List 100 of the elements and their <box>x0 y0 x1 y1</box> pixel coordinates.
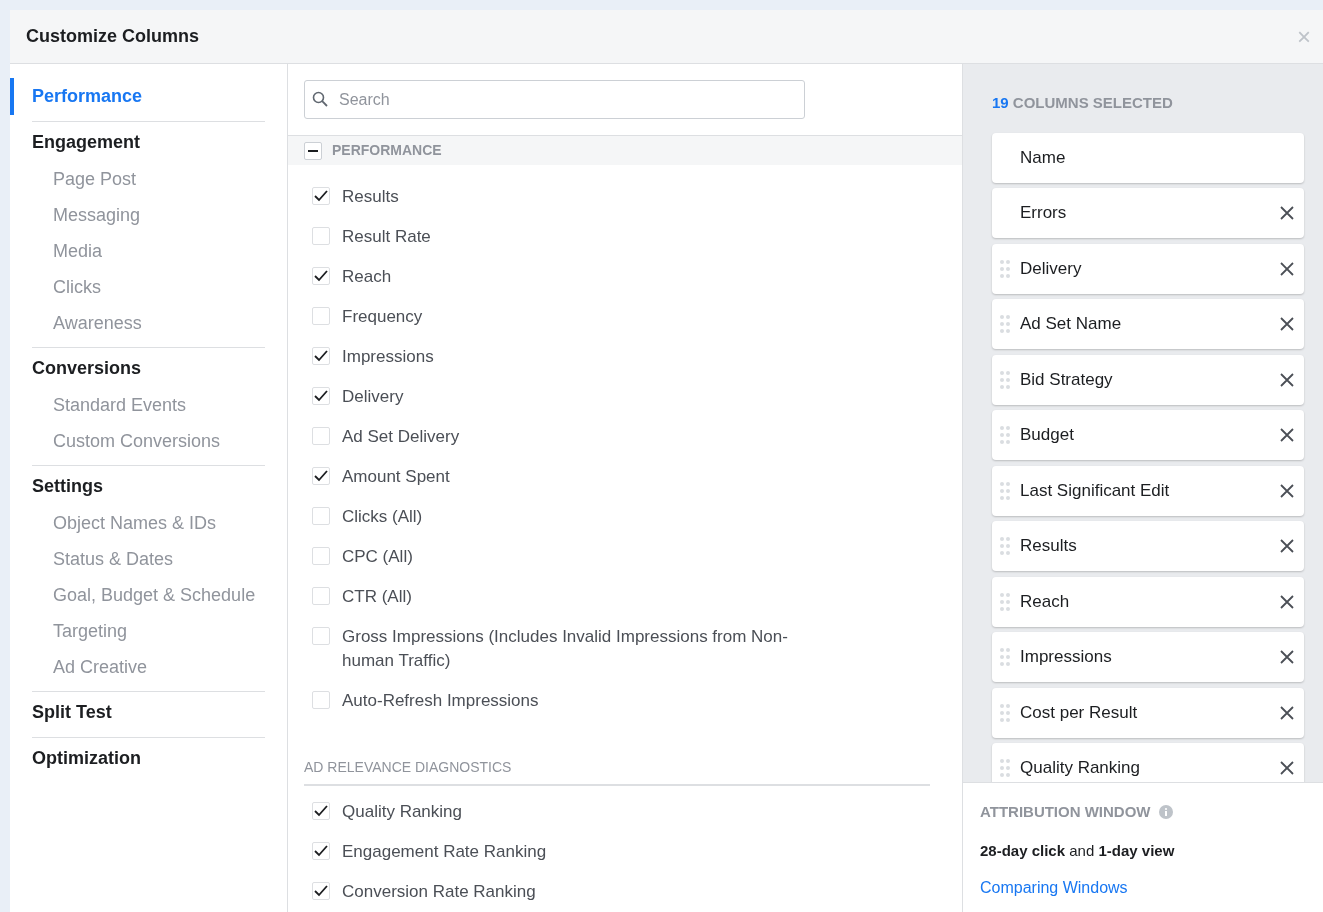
sidebar-item[interactable]: Ad Creative <box>32 649 265 685</box>
checkmark-icon <box>314 470 328 482</box>
column-label: Bid Strategy <box>1020 368 1114 391</box>
drag-handle-icon[interactable] <box>1000 258 1012 279</box>
column-label: Last Significant Edit <box>1020 479 1171 502</box>
close-icon <box>1280 761 1294 775</box>
checkbox[interactable] <box>312 467 330 485</box>
drag-handle-icon[interactable] <box>1000 536 1012 556</box>
close-icon <box>1280 650 1294 664</box>
section-title: PERFORMANCE <box>332 141 442 160</box>
sidebar-category[interactable]: Conversions <box>10 350 265 387</box>
drag-handle-icon[interactable] <box>1000 425 1012 445</box>
checkbox[interactable] <box>312 387 330 405</box>
dialog-title: Customize Columns <box>26 25 199 48</box>
drag-handle-icon[interactable] <box>1000 758 1012 778</box>
close-icon <box>1280 428 1294 442</box>
remove-button[interactable] <box>1280 650 1294 664</box>
checkbox[interactable] <box>312 842 330 860</box>
minus-icon <box>308 149 318 152</box>
remove-button[interactable] <box>1280 761 1294 775</box>
search-field[interactable]: Search <box>304 80 805 119</box>
remove-button[interactable] <box>1280 206 1294 220</box>
checkmark-icon <box>314 805 328 817</box>
checkmark-icon <box>314 190 328 202</box>
attribution-title: ATTRIBUTION WINDOW <box>980 802 1151 822</box>
column-label: Results <box>1020 535 1078 558</box>
checkbox-label: Impressions <box>342 346 434 368</box>
drag-handle-icon[interactable] <box>1000 480 1012 501</box>
checkbox-label: Engagement Rate Ranking <box>342 841 547 863</box>
checkmark-icon <box>314 845 328 857</box>
close-icon <box>1280 317 1294 331</box>
remove-button[interactable] <box>1280 539 1294 553</box>
checkbox[interactable] <box>312 627 330 645</box>
sidebar-category[interactable]: Performance <box>10 78 265 115</box>
close-icon <box>1280 539 1294 553</box>
remove-button[interactable] <box>1280 372 1294 387</box>
checkbox[interactable] <box>312 227 330 245</box>
checkbox-label: Delivery <box>342 386 404 408</box>
checkbox[interactable] <box>312 347 330 365</box>
checkbox[interactable] <box>312 507 330 525</box>
collapse-button[interactable] <box>304 141 322 160</box>
checkbox[interactable] <box>312 691 330 709</box>
checkbox-label: Frequency <box>342 306 423 328</box>
drag-handle-icon[interactable] <box>1000 647 1012 667</box>
remove-button[interactable] <box>1280 317 1294 331</box>
sidebar-category[interactable]: Settings <box>10 468 265 505</box>
checkbox[interactable] <box>312 307 330 325</box>
sidebar-item[interactable]: Custom Conversions <box>32 423 265 459</box>
checkbox-label: Results <box>342 186 399 208</box>
checkbox[interactable] <box>312 427 330 445</box>
attribution-text: 28-day click and 1-day view <box>980 840 1176 861</box>
checkbox[interactable] <box>312 267 330 285</box>
close-button[interactable]: × <box>1293 24 1315 49</box>
remove-button[interactable] <box>1280 428 1294 442</box>
column-label: Cost per Result <box>1020 701 1139 724</box>
comparing-windows-link[interactable]: Comparing Windows <box>980 879 1128 896</box>
checkbox[interactable] <box>312 802 330 820</box>
checkbox[interactable] <box>312 187 330 205</box>
sidebar-category[interactable]: Split Test <box>10 694 265 731</box>
drag-handle-icon[interactable] <box>1000 314 1012 334</box>
sidebar-item[interactable]: Messaging <box>32 197 265 233</box>
sidebar-category[interactable]: Optimization <box>10 740 265 777</box>
sidebar-item[interactable]: Clicks <box>32 269 265 305</box>
column-label: Impressions <box>1020 646 1113 669</box>
drag-handle-icon[interactable] <box>1000 591 1012 612</box>
checkbox-label: Conversion Rate Ranking <box>342 881 536 903</box>
sidebar-item[interactable]: Media <box>32 233 265 269</box>
remove-button[interactable] <box>1280 705 1294 720</box>
checkbox-label: Quality Ranking <box>342 801 462 823</box>
checkmark-icon <box>314 885 328 897</box>
sidebar-item[interactable]: Standard Events <box>32 387 265 423</box>
column-label: Delivery <box>1020 257 1083 280</box>
close-icon <box>1280 594 1294 609</box>
checkbox-label: Gross Impressions (Includes Invalid Impressions from Non-human Traffic) <box>342 626 789 672</box>
remove-button[interactable] <box>1280 594 1294 609</box>
remove-button[interactable] <box>1280 261 1294 276</box>
drag-handle-icon[interactable] <box>1000 702 1012 723</box>
checkbox[interactable] <box>312 547 330 565</box>
checkbox-label: Clicks (All) <box>342 506 423 528</box>
checkbox[interactable] <box>312 882 330 900</box>
close-icon <box>1280 705 1294 720</box>
drag-handle-icon[interactable] <box>1000 369 1012 390</box>
sidebar-item[interactable]: Goal, Budget & Schedule <box>32 577 265 613</box>
sidebar-item[interactable]: Page Post <box>32 161 265 197</box>
checkbox-label: Amount Spent <box>342 466 450 488</box>
search-icon <box>312 91 328 107</box>
sidebar-category[interactable]: Engagement <box>10 124 265 161</box>
sidebar-item[interactable]: Targeting <box>32 613 265 649</box>
sidebar-item[interactable]: Awareness <box>32 305 265 341</box>
column-label: Quality Ranking <box>1020 757 1141 780</box>
checkbox-label: Result Rate <box>342 226 431 248</box>
sidebar-item[interactable]: Status & Dates <box>32 541 265 577</box>
checkmark-icon <box>314 350 328 362</box>
close-icon <box>1280 372 1294 387</box>
selected-label: COLUMNS SELECTED <box>1012 94 1173 111</box>
close-icon <box>1280 261 1294 276</box>
checkbox[interactable] <box>312 587 330 605</box>
sidebar-item[interactable]: Object Names & IDs <box>32 505 265 541</box>
info-icon <box>1158 805 1173 820</box>
remove-button[interactable] <box>1280 483 1294 498</box>
